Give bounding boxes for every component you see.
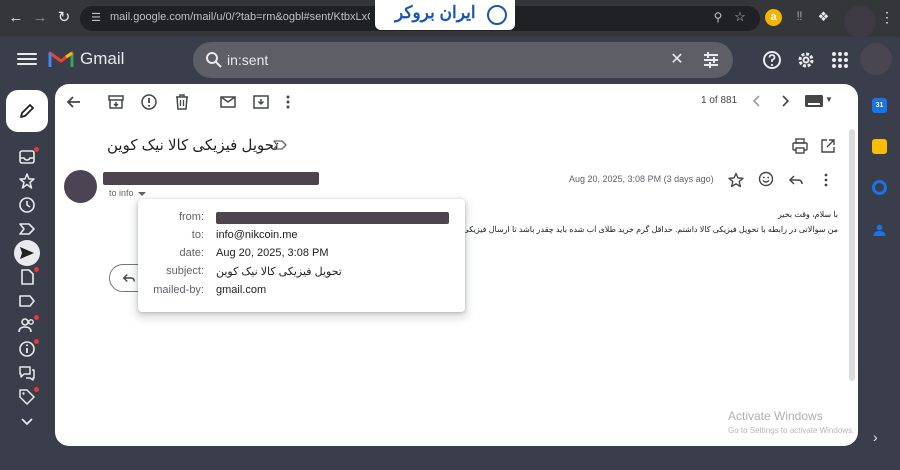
mailed-by-label: mailed-by:: [153, 284, 204, 296]
reply-icon[interactable]: [788, 172, 804, 188]
important-label-icon[interactable]: [18, 220, 36, 238]
help-icon[interactable]: [762, 50, 782, 70]
extension-v-icon[interactable]: ‼: [791, 9, 808, 26]
forums-chat-icon[interactable]: [18, 364, 36, 382]
reply-arrow-icon: [122, 274, 135, 282]
open-new-window-icon[interactable]: [820, 138, 836, 154]
vertical-scrollbar[interactable]: [849, 129, 855, 381]
forward-arrow-icon[interactable]: →: [30, 8, 50, 28]
drafts-icon[interactable]: [18, 268, 36, 286]
message-details-popup: from: to: info@nikcoin.me date: Aug 20, …: [138, 199, 465, 312]
mark-unread-icon[interactable]: [219, 93, 237, 111]
reload-icon[interactable]: ↻: [54, 8, 74, 28]
clear-search-icon[interactable]: ✕: [667, 50, 687, 70]
print-icon[interactable]: [792, 138, 808, 154]
promotions-tag-icon[interactable]: [18, 388, 36, 406]
star-message-icon[interactable]: [728, 172, 744, 188]
subject-value: تحویل فیزیکی کالا نیک کوین: [216, 266, 342, 278]
account-avatar[interactable]: [860, 43, 892, 75]
to-value: info@nikcoin.me: [216, 229, 298, 241]
snoozed-clock-icon[interactable]: [18, 196, 36, 214]
logo-text: ایران بروکر: [395, 3, 476, 22]
recipient-label: to info: [109, 188, 134, 198]
back-to-list-icon[interactable]: [65, 93, 83, 111]
sender-avatar[interactable]: [64, 170, 97, 203]
mailed-by-value: gmail.com: [216, 284, 267, 296]
date-value: Aug 20, 2025, 3:08 PM: [216, 247, 329, 259]
newer-chevron-left-icon[interactable]: [749, 93, 765, 109]
message-body-greeting: با سلام، وقت بخیر: [777, 210, 838, 219]
sender-name-redacted: [103, 172, 319, 185]
from-label: from:: [178, 211, 204, 223]
drafts-notification-dot: [34, 267, 39, 272]
updates-notification-dot: [34, 339, 39, 344]
browser-profile-avatar[interactable]: [844, 6, 876, 38]
subject-label: subject:: [166, 265, 204, 277]
search-input[interactable]: in:sent: [227, 52, 268, 68]
updates-info-icon[interactable]: [18, 340, 36, 358]
social-notification-dot: [34, 315, 39, 320]
activate-windows-subtitle: Go to Settings to activate Windows.: [728, 426, 855, 435]
pencil-icon: [20, 104, 34, 118]
compose-button[interactable]: [6, 90, 48, 132]
chart-arrow-icon: [487, 5, 507, 25]
pagination-count: 1 of 881: [701, 95, 738, 106]
browser-menu-icon[interactable]: ⋮: [880, 9, 894, 27]
keep-app-icon[interactable]: [872, 139, 887, 154]
input-tools-keyboard-icon[interactable]: [805, 95, 823, 107]
more-actions-icon[interactable]: [283, 93, 293, 111]
older-chevron-right-icon[interactable]: [777, 93, 793, 109]
show-side-panel-chevron-icon[interactable]: ›: [873, 430, 885, 444]
email-subject: تحویل فیزیکی کالا نیک کوین: [107, 137, 279, 154]
search-icon[interactable]: [205, 51, 223, 69]
watermark-logo: ایران بروکر: [375, 0, 515, 30]
search-options-icon[interactable]: [701, 50, 721, 70]
search-bar[interactable]: in:sent ✕: [193, 42, 733, 78]
extensions-puzzle-icon[interactable]: ❖: [815, 9, 832, 26]
delete-trash-icon[interactable]: [173, 93, 191, 111]
url-text[interactable]: mail.google.com/mail/u/0/?tab=rm&ogbl#se…: [110, 11, 370, 23]
gmail-logo-icon[interactable]: [48, 49, 74, 69]
calendar-app-icon[interactable]: 31: [872, 98, 887, 113]
more-chevron-down-icon[interactable]: [18, 412, 36, 430]
to-label: to:: [191, 229, 204, 241]
zoom-icon[interactable]: ⚲: [710, 10, 726, 26]
date-label: date:: [179, 247, 204, 259]
gmail-wordmark: Gmail: [80, 49, 125, 68]
extension-a-icon[interactable]: a: [765, 9, 782, 26]
importance-marker-icon[interactable]: [273, 138, 287, 152]
tasks-app-icon[interactable]: [872, 180, 887, 195]
back-arrow-icon[interactable]: ←: [6, 8, 26, 28]
sent-icon[interactable]: [18, 244, 36, 262]
from-value-redacted: [216, 212, 449, 224]
google-apps-icon[interactable]: [830, 50, 850, 70]
details-caret-icon[interactable]: [137, 191, 146, 196]
message-date: Aug 20, 2025, 3:08 PM (3 days ago): [569, 174, 714, 184]
recipient-details-toggle[interactable]: to info: [109, 188, 146, 198]
contacts-app-icon[interactable]: [873, 224, 886, 236]
add-reaction-emoji-icon[interactable]: [758, 171, 774, 187]
message-more-icon[interactable]: [820, 172, 832, 188]
inbox-icon[interactable]: [18, 148, 36, 166]
browser-toolbar: ← → ↻ ☰ mail.google.com/mail/u/0/?tab=rm…: [0, 0, 900, 38]
move-to-icon[interactable]: [252, 93, 270, 111]
report-spam-icon[interactable]: [140, 93, 158, 111]
activate-windows-title: Activate Windows: [728, 409, 823, 423]
starred-icon[interactable]: [18, 172, 36, 190]
inbox-notification-dot: [34, 147, 39, 152]
promotions-notification-dot: [34, 387, 39, 392]
bookmark-star-icon[interactable]: ☆: [732, 9, 748, 25]
site-info-icon[interactable]: ☰: [88, 10, 104, 26]
settings-gear-icon[interactable]: [796, 50, 816, 70]
archive-icon[interactable]: [107, 93, 125, 111]
social-people-icon[interactable]: [18, 316, 36, 334]
main-menu-icon[interactable]: [17, 50, 37, 68]
label-tag-icon[interactable]: [18, 292, 36, 310]
input-tools-dropdown-icon[interactable]: ▼: [825, 95, 833, 104]
